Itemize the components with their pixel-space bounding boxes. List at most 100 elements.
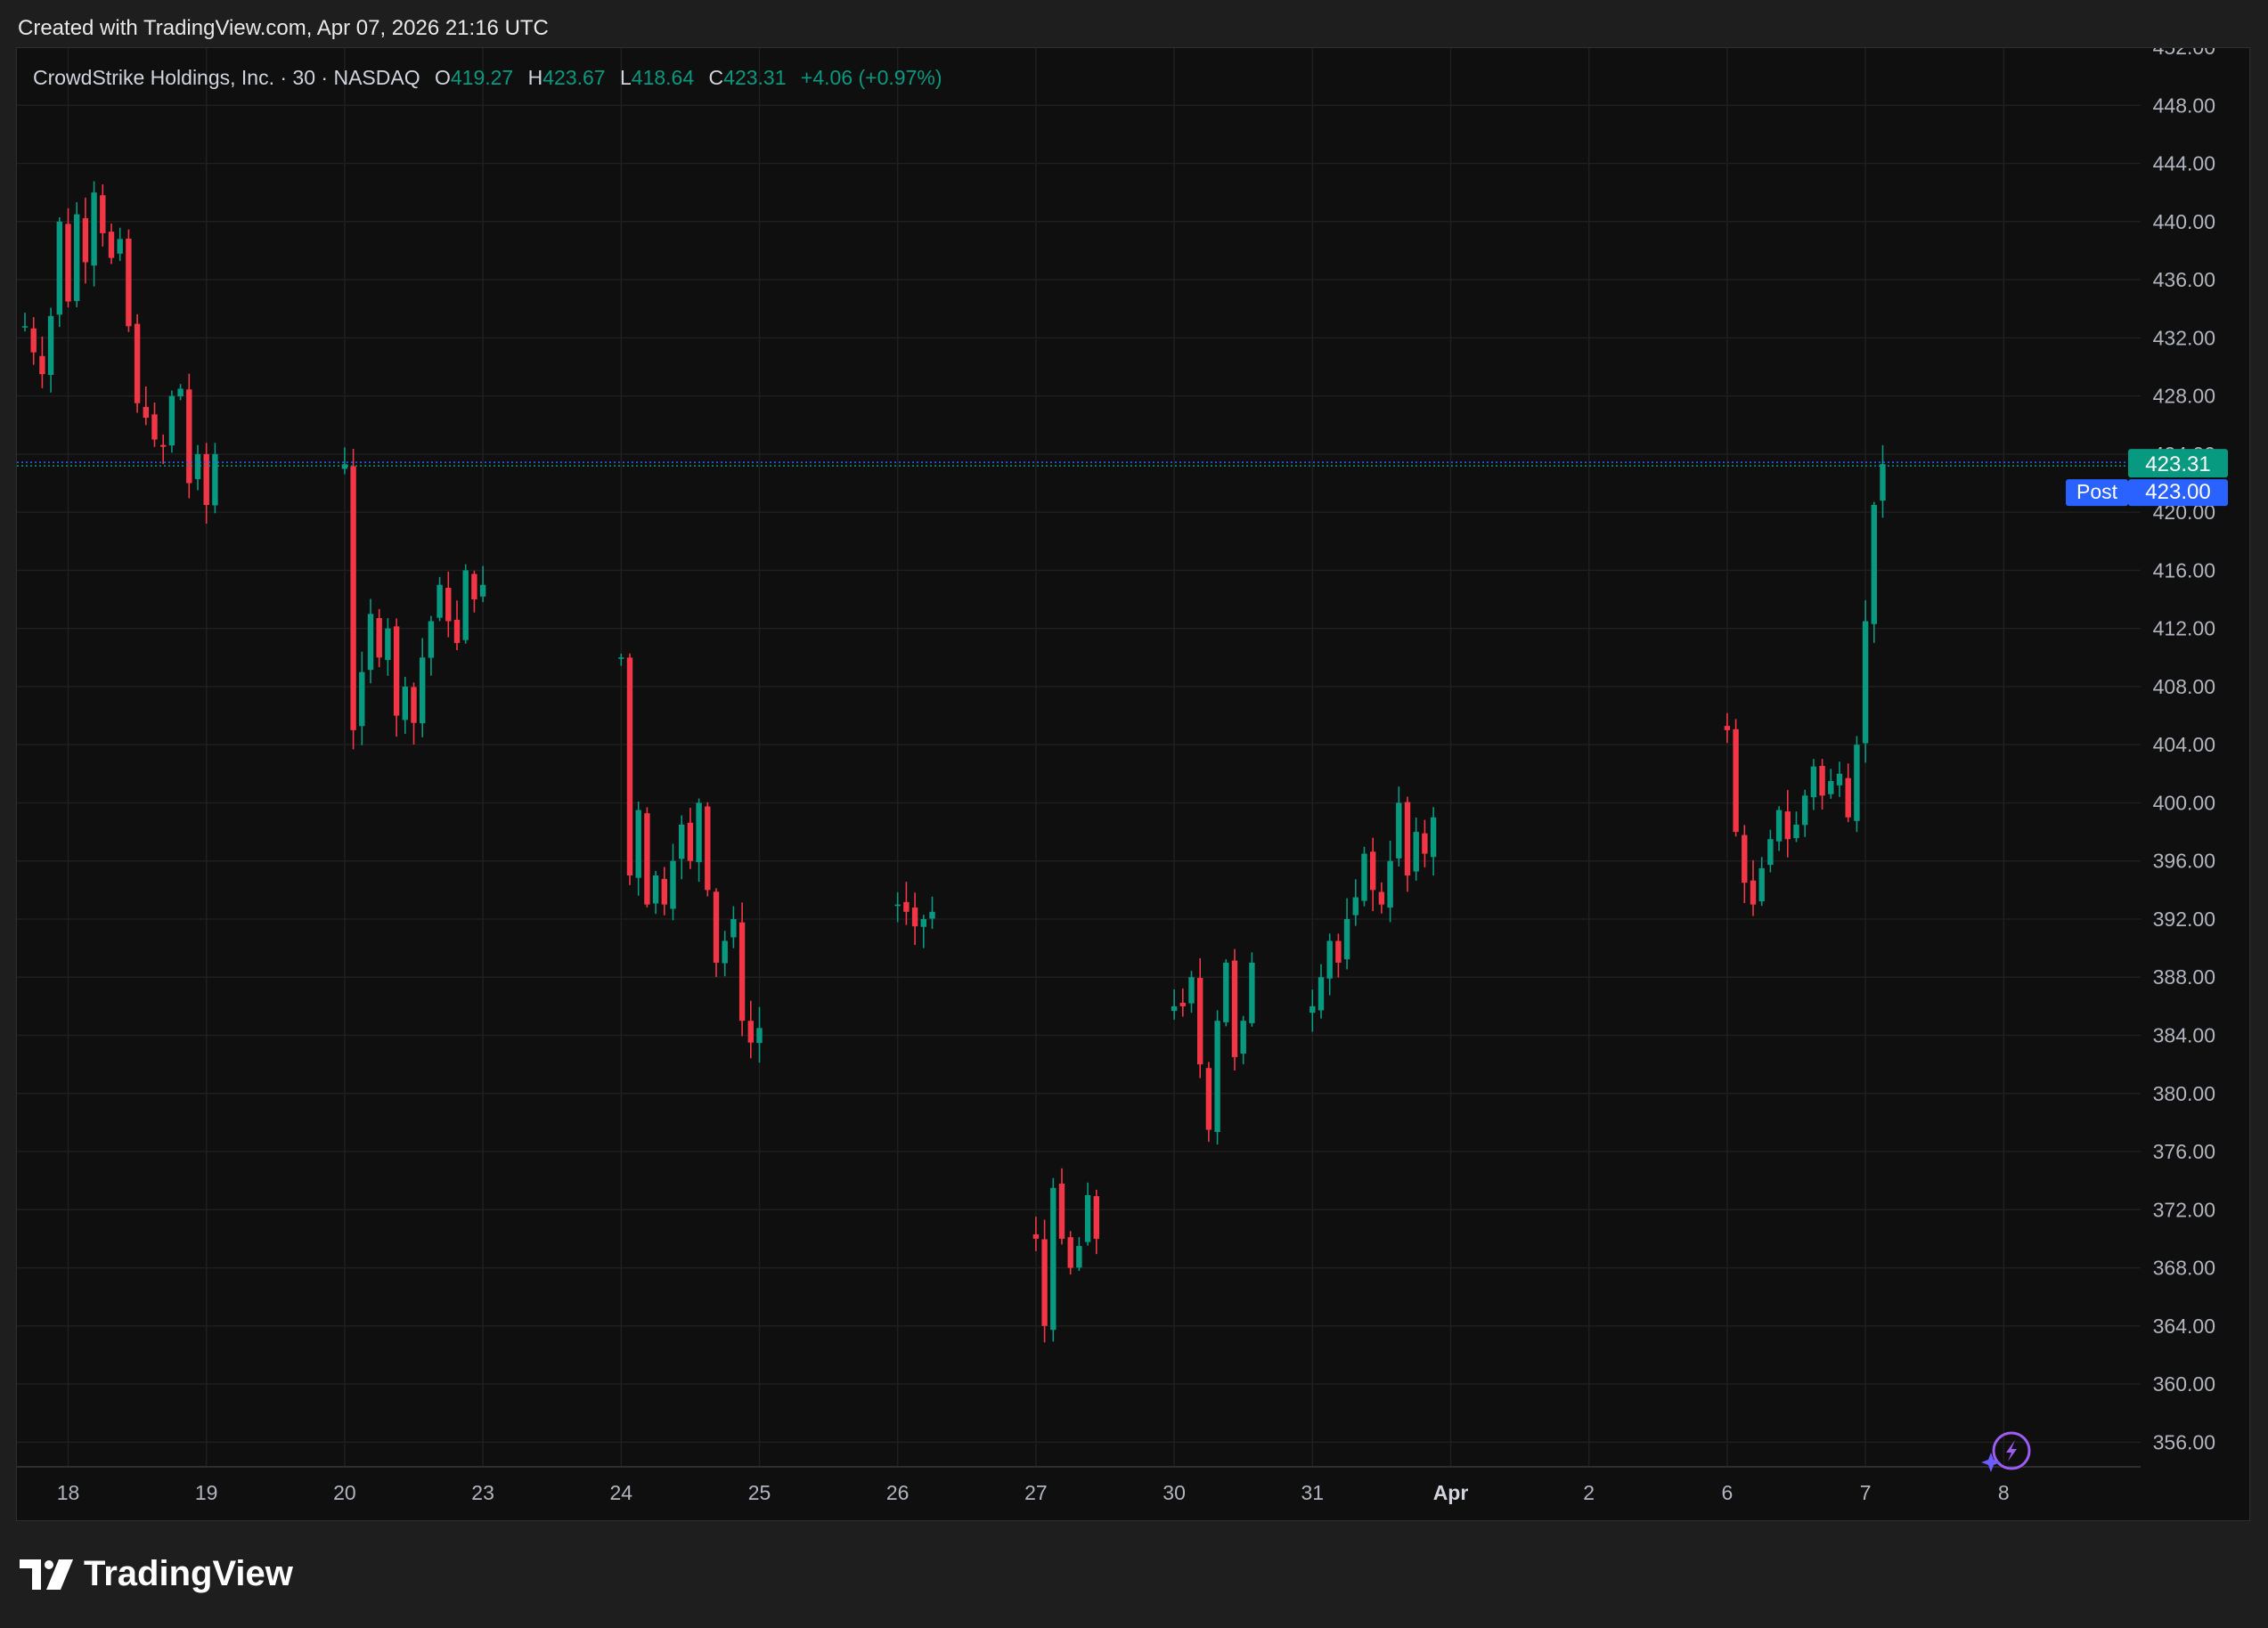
- last-price-label: 423.31: [2145, 452, 2210, 476]
- candle-body: [151, 414, 158, 440]
- candle: [1742, 825, 1748, 904]
- y-tick-label: 376.00: [2153, 1140, 2215, 1163]
- candle-body: [453, 619, 461, 643]
- candle: [1188, 971, 1195, 1013]
- candle-body: [194, 453, 201, 480]
- candle: [920, 915, 926, 948]
- candle-body: [47, 315, 54, 375]
- candle: [911, 892, 918, 945]
- candle-body: [350, 466, 356, 730]
- candle: [341, 447, 348, 475]
- y-tick-label: 400.00: [2153, 791, 2215, 814]
- candle-body: [385, 628, 391, 661]
- candle: [644, 807, 650, 908]
- x-tick-label: 25: [748, 1481, 771, 1504]
- last-price-badge: 423.31: [2128, 449, 2228, 478]
- candle: [1326, 933, 1333, 996]
- candle: [929, 896, 935, 930]
- candle: [1084, 1182, 1091, 1246]
- candle: [687, 807, 694, 869]
- candle: [1828, 769, 1834, 799]
- candle-body: [1205, 1068, 1212, 1130]
- candle: [1413, 817, 1419, 881]
- tradingview-brand[interactable]: TradingView: [20, 1554, 293, 1594]
- candle-body: [1335, 940, 1342, 963]
- candle-body: [1836, 773, 1843, 786]
- symbol-legend: CrowdStrike Holdings, Inc. · 30 · NASDAQ…: [33, 66, 942, 90]
- candle: [30, 317, 37, 365]
- price-line-layer: [17, 461, 2141, 467]
- candle: [1784, 790, 1791, 858]
- candle-body: [1810, 766, 1817, 798]
- candle: [635, 802, 641, 896]
- candle: [730, 906, 737, 948]
- candle: [445, 571, 452, 638]
- y-tick-label: 388.00: [2153, 965, 2215, 989]
- candle: [126, 229, 132, 332]
- candle: [194, 444, 201, 491]
- candle: [1093, 1189, 1099, 1255]
- candle-body: [903, 901, 910, 912]
- low-value: 418.64: [631, 66, 695, 89]
- candle-body: [705, 806, 711, 891]
- candlestick-chart[interactable]: 356.00 360.00 364.00 368.00 372.00 376.00 380.…: [17, 48, 2250, 1521]
- y-tick-label: 440.00: [2153, 210, 2215, 233]
- candle-body: [644, 813, 650, 905]
- candle-body: [722, 940, 728, 964]
- candle: [168, 390, 175, 453]
- candle-body: [661, 878, 667, 905]
- y-tick-label: 368.00: [2153, 1257, 2215, 1280]
- candle-body: [1361, 853, 1367, 901]
- candle-body: [479, 584, 486, 597]
- candle-body: [713, 891, 720, 963]
- candle: [428, 615, 435, 676]
- candle-body: [1326, 940, 1333, 979]
- candle: [151, 403, 158, 447]
- candle: [436, 576, 443, 622]
- candle: [1205, 1062, 1212, 1143]
- candle-body: [134, 323, 141, 403]
- candle: [1836, 761, 1843, 797]
- y-tick-label: 384.00: [2153, 1024, 2215, 1047]
- low-label: L: [620, 66, 632, 89]
- candle: [1793, 811, 1799, 842]
- candle: [626, 653, 633, 885]
- candle-body: [1767, 839, 1774, 866]
- candle-body: [618, 657, 624, 659]
- candle-body: [108, 232, 115, 258]
- candle: [462, 564, 469, 644]
- candle: [1724, 712, 1731, 744]
- close-value: 423.31: [723, 66, 787, 89]
- x-tick-label: 7: [1860, 1481, 1872, 1504]
- candle: [1378, 882, 1385, 914]
- candle-body: [1802, 795, 1808, 826]
- candle: [1214, 1010, 1220, 1145]
- candle-body: [1171, 1005, 1178, 1012]
- candle-body: [367, 614, 374, 671]
- candle-body: [1352, 897, 1358, 916]
- candle-body: [100, 195, 106, 233]
- candle-body: [393, 626, 400, 716]
- y-tick-label: 372.00: [2153, 1198, 2215, 1221]
- x-tick-label: 30: [1163, 1481, 1186, 1504]
- candle-body: [471, 574, 477, 600]
- candle-body: [420, 657, 426, 724]
- candle-body: [1032, 1234, 1040, 1239]
- chart-panel[interactable]: 356.00 360.00 364.00 368.00 372.00 376.00 380.…: [16, 47, 2250, 1521]
- candle: [100, 184, 106, 247]
- candle: [652, 870, 659, 915]
- candle: [1361, 846, 1367, 907]
- symbol-title: CrowdStrike Holdings, Inc. · 30 · NASDAQ: [33, 66, 420, 89]
- candle: [1309, 989, 1316, 1032]
- open-value: 419.27: [450, 66, 514, 89]
- candle-body: [91, 192, 97, 266]
- candle-body: [117, 239, 123, 254]
- candle: [91, 181, 97, 287]
- candle-body: [402, 686, 408, 720]
- y-tick-label: 428.00: [2153, 385, 2215, 408]
- candle-body: [1404, 802, 1411, 876]
- candle-body: [1309, 1005, 1316, 1013]
- candle-body: [747, 1021, 754, 1043]
- candle-body: [1249, 962, 1255, 1023]
- candle-body: [462, 570, 469, 640]
